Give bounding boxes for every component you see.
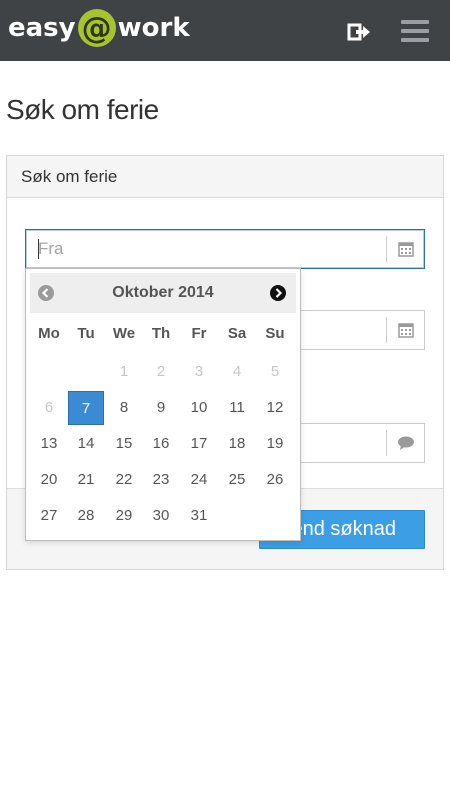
datepicker-day[interactable]: 20 <box>31 463 67 497</box>
datepicker-month-title: Oktober 2014 <box>112 284 214 301</box>
weekday-header: Sa <box>227 325 247 342</box>
weekday-header: We <box>112 325 136 342</box>
calendar-icon[interactable] <box>386 317 424 343</box>
datepicker-day[interactable]: 29 <box>106 499 142 533</box>
datepicker-day: 4 <box>232 363 242 380</box>
panel-heading-text: Søk om ferie <box>21 167 118 186</box>
weekday-header: Fr <box>191 325 207 342</box>
page-title: Søk om ferie <box>6 94 159 125</box>
calendar-icon[interactable] <box>386 236 424 262</box>
datepicker-day: 1 <box>119 363 129 380</box>
datepicker-day[interactable]: 28 <box>68 499 104 533</box>
weekday-header: Th <box>151 325 171 342</box>
text-cursor <box>38 239 39 259</box>
datepicker-day[interactable]: 21 <box>68 463 104 497</box>
datepicker-day: 2 <box>156 363 166 380</box>
from-date-placeholder: Fra <box>38 239 64 258</box>
datepicker-day[interactable]: 31 <box>181 499 217 533</box>
datepicker-day-selected[interactable]: 7 <box>68 391 104 425</box>
datepicker-day[interactable]: 25 <box>219 463 255 497</box>
datepicker-popup: Oktober 2014 Mo Tu We Th Fr Sa Su 1 2 3 4 5 6 7 8 9 10 11… <box>25 268 301 541</box>
chevron-right-circle-icon[interactable] <box>270 285 286 301</box>
datepicker-day[interactable]: 10 <box>181 391 217 425</box>
app-logo[interactable]: easy @ work <box>8 8 190 48</box>
datepicker-day[interactable]: 23 <box>143 463 179 497</box>
weekday-header: Mo <box>38 325 60 342</box>
logo-text-work: work <box>117 13 190 43</box>
datepicker-day[interactable]: 27 <box>31 499 67 533</box>
datepicker-day[interactable]: 19 <box>257 427 293 461</box>
datepicker-header: Oktober 2014 <box>30 273 296 313</box>
app-header: easy @ work <box>0 0 450 61</box>
hamburger-menu-icon[interactable] <box>401 20 429 42</box>
logo-at-sign: @ <box>77 9 116 47</box>
datepicker-day[interactable]: 22 <box>106 463 142 497</box>
weekday-header: Tu <box>77 325 95 342</box>
datepicker-day[interactable]: 26 <box>257 463 293 497</box>
datepicker-day: 6 <box>44 399 54 416</box>
datepicker-day: 3 <box>194 363 204 380</box>
datepicker-day[interactable]: 24 <box>181 463 217 497</box>
datepicker-day[interactable]: 18 <box>219 427 255 461</box>
datepicker-day[interactable]: 16 <box>143 427 179 461</box>
datepicker-day[interactable]: 17 <box>181 427 217 461</box>
comment-icon <box>386 430 424 456</box>
datepicker-day[interactable]: 8 <box>106 391 142 425</box>
logo-text-easy: easy <box>8 13 76 43</box>
datepicker-day[interactable]: 30 <box>143 499 179 533</box>
datepicker-day[interactable]: 13 <box>31 427 67 461</box>
datepicker-day[interactable]: 15 <box>106 427 142 461</box>
datepicker-day[interactable]: 11 <box>219 391 255 425</box>
datepicker-day[interactable]: 14 <box>68 427 104 461</box>
chevron-left-circle-icon[interactable] <box>38 285 54 301</box>
from-date-field[interactable]: Fra <box>25 229 425 269</box>
datepicker-day: 5 <box>270 363 280 380</box>
weekday-header: Su <box>265 325 285 342</box>
datepicker-day[interactable]: 12 <box>257 391 293 425</box>
datepicker-day[interactable]: 9 <box>143 391 179 425</box>
panel-heading: Søk om ferie <box>7 156 443 198</box>
sign-out-icon[interactable] <box>347 22 371 42</box>
